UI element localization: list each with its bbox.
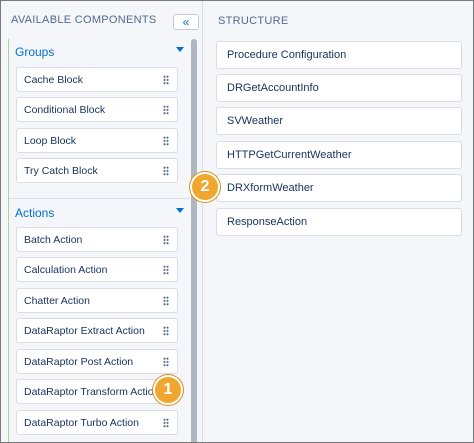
component-label: DataRaptor Post Action xyxy=(24,355,134,368)
drag-handle-icon[interactable] xyxy=(163,418,169,428)
component-label: Try Catch Block xyxy=(24,164,98,177)
structure-item-label: DRXformWeather xyxy=(227,182,314,194)
component-label: Calculation Action xyxy=(24,263,108,276)
component-dataraptor-extract-action[interactable]: DataRaptor Extract Action xyxy=(16,318,178,343)
drag-handle-icon[interactable] xyxy=(163,265,169,275)
structure-item-drgetaccountinfo[interactable]: DRGetAccountInfo xyxy=(216,74,462,102)
double-chevron-left-icon: « xyxy=(182,15,190,29)
component-try-catch-block[interactable]: Try Catch Block xyxy=(16,158,178,183)
caret-down-icon xyxy=(176,208,184,213)
section-groups[interactable]: Groups xyxy=(9,39,189,65)
structure-item-drxformweather[interactable]: DRXformWeather xyxy=(216,174,462,202)
component-calculation-action[interactable]: Calculation Action xyxy=(16,257,178,282)
drag-handle-icon[interactable] xyxy=(163,75,169,85)
structure-item-label: SVWeather xyxy=(227,115,284,127)
component-dataraptor-turbo-action[interactable]: DataRaptor Turbo Action xyxy=(16,410,178,435)
component-label: DataRaptor Extract Action xyxy=(24,324,145,337)
structure-item-label: HTTPGetCurrentWeather xyxy=(227,149,352,161)
component-dataraptor-post-action[interactable]: DataRaptor Post Action xyxy=(16,349,178,374)
structure-item-responseaction[interactable]: ResponseAction xyxy=(216,208,462,236)
section-actions[interactable]: Actions xyxy=(9,200,189,226)
structure-item-label: DRGetAccountInfo xyxy=(227,82,319,94)
component-label: DataRaptor Turbo Action xyxy=(24,416,139,429)
structure-title: STRUCTURE xyxy=(218,15,289,27)
integration-procedure-designer: AVAILABLE COMPONENTS « Groups Cache Bloc… xyxy=(0,0,474,443)
drag-handle-icon[interactable] xyxy=(163,235,169,245)
structure-item-procedure-configuration[interactable]: Procedure Configuration xyxy=(216,41,462,69)
callout-badge-2: 2 xyxy=(190,172,220,202)
callout-badge-1: 1 xyxy=(153,375,183,405)
available-components-title: AVAILABLE COMPONENTS xyxy=(11,14,157,26)
caret-down-icon xyxy=(176,47,184,52)
section-actions-label: Actions xyxy=(15,206,55,220)
component-chatter-action[interactable]: Chatter Action xyxy=(16,288,178,313)
component-cache-block[interactable]: Cache Block xyxy=(16,67,178,92)
component-label: Chatter Action xyxy=(24,294,90,307)
drag-handle-icon[interactable] xyxy=(163,357,169,367)
component-label: Cache Block xyxy=(24,73,83,86)
drag-handle-icon[interactable] xyxy=(163,136,169,146)
components-scrollbar[interactable] xyxy=(191,39,197,442)
component-label: Conditional Block xyxy=(24,103,106,116)
structure-item-httpgetcurrentweather[interactable]: HTTPGetCurrentWeather xyxy=(216,141,462,169)
component-loop-block[interactable]: Loop Block xyxy=(16,128,178,153)
drag-handle-icon[interactable] xyxy=(163,296,169,306)
section-groups-label: Groups xyxy=(15,45,55,59)
collapse-panel-button[interactable]: « xyxy=(173,14,199,30)
section-divider xyxy=(9,198,189,199)
drag-handle-icon[interactable] xyxy=(163,105,169,115)
structure-item-svweather[interactable]: SVWeather xyxy=(216,107,462,135)
component-conditional-block[interactable]: Conditional Block xyxy=(16,97,178,122)
component-label: Loop Block xyxy=(24,134,76,147)
component-label: Batch Action xyxy=(24,233,83,246)
drag-handle-icon[interactable] xyxy=(163,326,169,336)
scrollbar-thumb[interactable] xyxy=(191,39,197,442)
structure-item-label: Procedure Configuration xyxy=(227,49,347,61)
structure-item-label: ResponseAction xyxy=(227,216,308,228)
structure-panel: STRUCTURE Procedure Configuration DRGetA… xyxy=(204,1,473,442)
callout-number: 2 xyxy=(200,178,210,195)
callout-number: 1 xyxy=(163,381,173,398)
component-batch-action[interactable]: Batch Action xyxy=(16,227,178,252)
component-label: DataRaptor Transform Action xyxy=(24,385,160,398)
drag-handle-icon[interactable] xyxy=(163,166,169,176)
